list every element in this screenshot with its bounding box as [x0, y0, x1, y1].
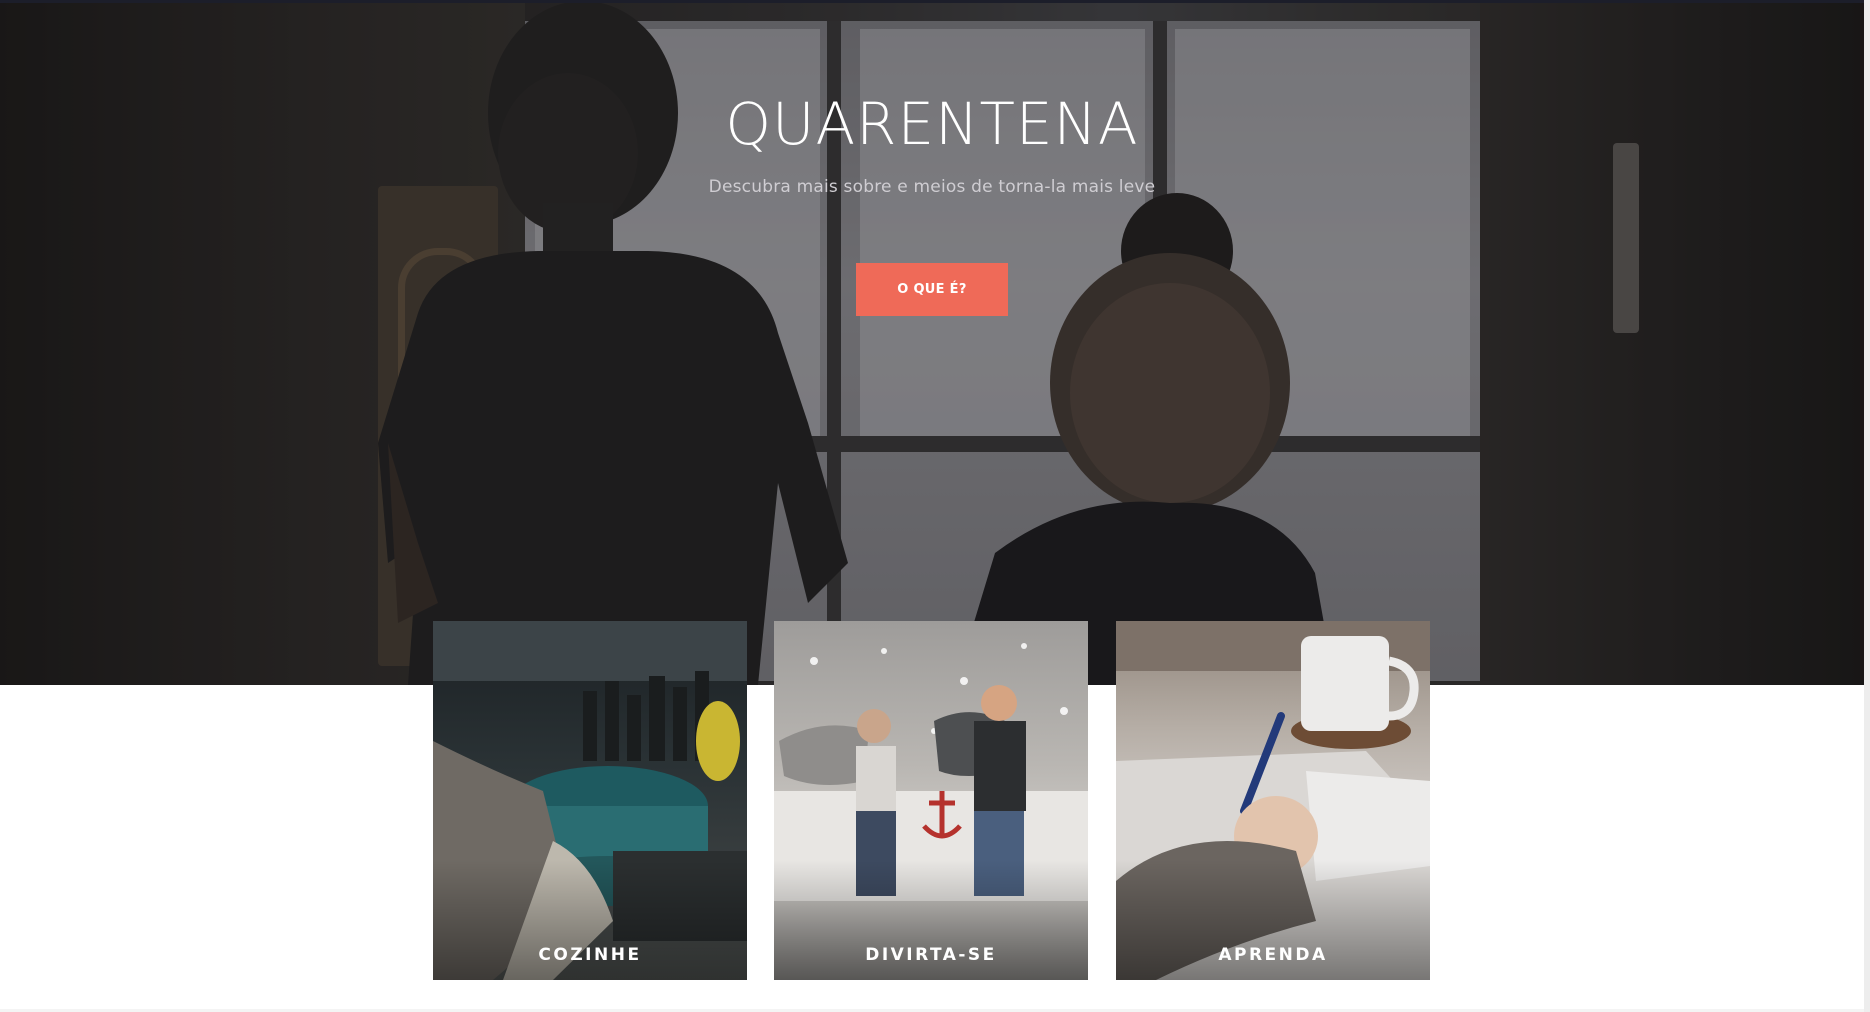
card-label-learn: APRENDA [1218, 945, 1328, 965]
card-label-cook: COZINHE [538, 945, 642, 965]
hero-subtitle: Descubra mais sobre e meios de torna-la … [708, 177, 1156, 197]
scrollbar-track[interactable] [1864, 0, 1870, 1012]
hero-section: QUARENTENA Descubra mais sobre e meios d… [0, 3, 1864, 685]
hero-title: QUARENTENA [725, 90, 1139, 158]
card-cook[interactable]: COZINHE [433, 621, 747, 980]
card-have-fun[interactable]: DIVIRTA-SE [774, 621, 1088, 980]
card-label-have-fun: DIVIRTA-SE [865, 945, 997, 965]
card-learn[interactable]: APRENDA [1116, 621, 1430, 980]
what-is-it-button[interactable]: O QUE É? [856, 263, 1008, 316]
